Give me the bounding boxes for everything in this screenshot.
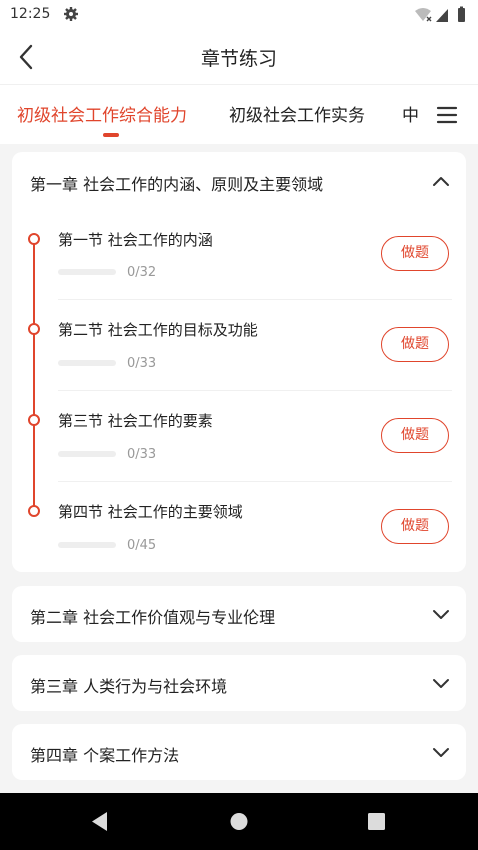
timeline-node	[28, 505, 40, 517]
chapter-card-2: 第二章 社会工作价值观与专业伦理	[12, 586, 466, 642]
status-time: 12:25	[10, 6, 51, 22]
timeline-line	[33, 239, 35, 513]
chevron-down-icon	[433, 610, 449, 619]
header-bar: 章节练习	[0, 30, 478, 84]
section-title: 第四节 社会工作的主要领域	[58, 503, 243, 521]
signal-icon	[436, 9, 448, 22]
chapter-header-3[interactable]: 第三章 人类行为与社会环境	[12, 655, 466, 711]
divider	[58, 481, 452, 482]
subject-tabs: 初级社会工作综合能力 初级社会工作实务 中	[0, 84, 478, 144]
progress-count: 0/45	[127, 538, 157, 553]
active-tab-indicator	[103, 133, 119, 137]
chapter-title: 第四章 个案工作方法	[30, 746, 180, 765]
progress-bar	[58, 360, 116, 366]
status-bar: 12:25	[0, 0, 478, 30]
progress-count: 0/33	[127, 356, 157, 371]
chevron-down-icon	[433, 679, 449, 688]
timeline-node	[28, 414, 40, 426]
menu-icon[interactable]	[436, 105, 458, 125]
timeline-node	[28, 323, 40, 335]
status-icons	[415, 6, 465, 22]
chapter-title: 第二章 社会工作价值观与专业伦理	[30, 608, 276, 627]
chapter-header-4[interactable]: 第四章 个案工作方法	[12, 724, 466, 780]
chapter-card-4: 第四章 个案工作方法	[12, 724, 466, 780]
page-title: 章节练习	[200, 48, 277, 70]
progress-count: 0/32	[127, 265, 157, 280]
back-triangle-icon[interactable]	[80, 793, 120, 850]
chevron-down-icon	[433, 748, 449, 757]
chapter-card-3: 第三章 人类行为与社会环境	[12, 655, 466, 711]
tab-subject-1[interactable]: 初级社会工作综合能力	[17, 101, 187, 126]
system-navigation-bar	[0, 793, 478, 850]
recents-square-icon[interactable]	[357, 793, 397, 850]
timeline-node	[28, 233, 40, 245]
practice-button[interactable]: 做题	[381, 327, 449, 362]
chapter-header-1[interactable]: 第一章 社会工作的内涵、原则及主要领域	[12, 152, 466, 210]
chapter-header-2[interactable]: 第二章 社会工作价值观与专业伦理	[12, 586, 466, 642]
chevron-up-icon	[433, 177, 449, 186]
section-title: 第三节 社会工作的要素	[58, 412, 213, 430]
progress-count: 0/33	[127, 447, 157, 462]
chapter-title: 第一章 社会工作的内涵、原则及主要领域	[30, 175, 324, 194]
progress-bar	[58, 451, 116, 457]
home-circle-icon[interactable]	[219, 793, 259, 850]
chapter-card-1: 第一章 社会工作的内涵、原则及主要领域 第一节 社会工作的内涵 0/32 做题 …	[12, 152, 466, 572]
chapter-title: 第三章 人类行为与社会环境	[30, 677, 228, 696]
progress-bar	[58, 269, 116, 275]
tab-subject-2[interactable]: 初级社会工作实务	[229, 101, 365, 126]
section-title: 第一节 社会工作的内涵	[58, 231, 213, 249]
practice-button[interactable]: 做题	[381, 509, 449, 544]
divider	[58, 299, 452, 300]
progress-bar	[58, 542, 116, 548]
section-title: 第二节 社会工作的目标及功能	[58, 321, 258, 339]
practice-button[interactable]: 做题	[381, 236, 449, 271]
tab-subject-3[interactable]: 中	[402, 101, 419, 126]
gear-icon	[64, 7, 78, 21]
divider	[58, 390, 452, 391]
battery-icon	[458, 8, 465, 22]
practice-button[interactable]: 做题	[381, 418, 449, 453]
